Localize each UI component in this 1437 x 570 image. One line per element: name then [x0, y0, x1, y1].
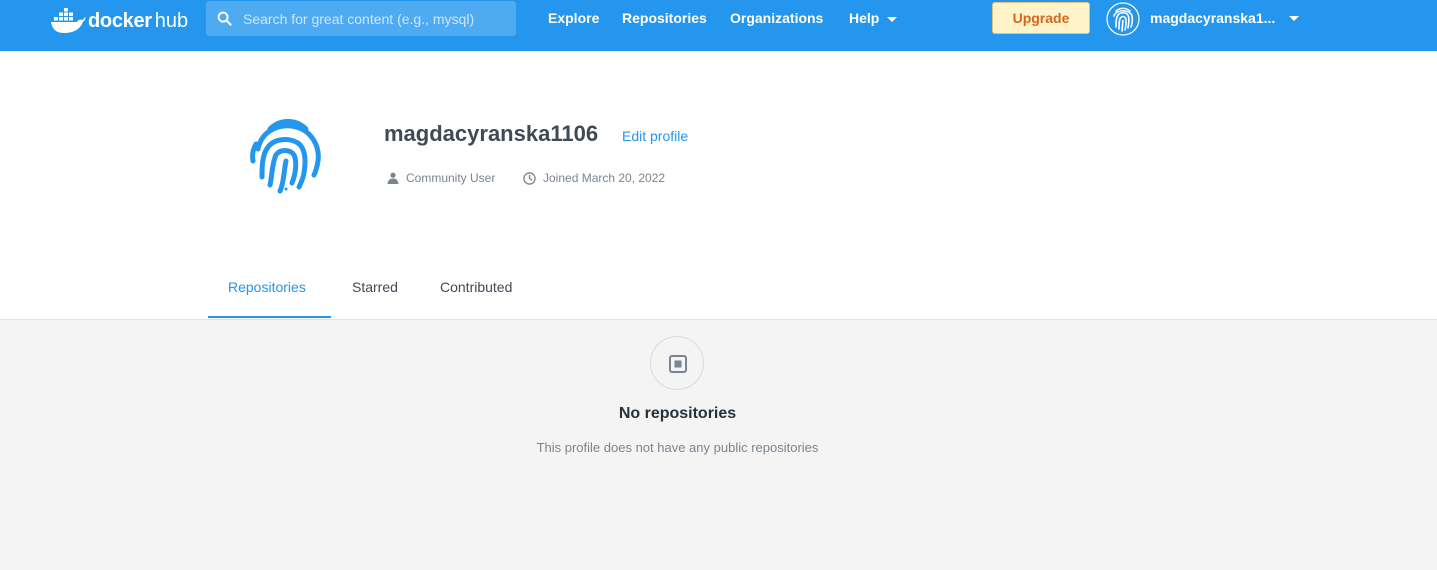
upgrade-button[interactable]: Upgrade	[992, 2, 1090, 34]
clock-icon	[523, 171, 536, 185]
profile-joined-label: Joined March 20, 2022	[543, 171, 666, 185]
edit-profile-link[interactable]: Edit profile	[622, 128, 688, 144]
profile-avatar	[250, 119, 321, 194]
profile-header: magdacyranska1106 Edit profile Community…	[0, 51, 1437, 320]
profile-joined: Joined March 20, 2022	[523, 171, 665, 185]
chevron-down-icon	[887, 16, 898, 22]
empty-state-icon-circle	[650, 336, 704, 390]
logo-hub-text: hub	[154, 9, 189, 32]
empty-state-subtitle: This profile does not have any public re…	[536, 440, 819, 455]
user-menu-chevron-down-icon[interactable]	[1289, 16, 1299, 21]
docker-hub-logo[interactable]: docker hub	[50, 6, 188, 36]
docker-whale-icon	[51, 8, 86, 33]
logo-docker-text: docker	[88, 9, 152, 32]
tab-repositories[interactable]: Repositories	[228, 279, 306, 295]
profile-username: magdacyranska1106	[384, 121, 599, 146]
tab-starred[interactable]: Starred	[352, 279, 398, 295]
nav-organizations[interactable]: Organizations	[730, 10, 823, 26]
tab-contributed[interactable]: Contributed	[440, 279, 512, 295]
nav-explore[interactable]: Explore	[548, 10, 599, 26]
search-input[interactable]	[241, 9, 505, 28]
nav-help-label: Help	[849, 10, 880, 26]
repository-icon	[669, 355, 687, 373]
profile-role: Community User	[387, 171, 495, 185]
empty-state-title: No repositories	[618, 405, 737, 422]
active-tab-indicator	[208, 316, 331, 318]
user-menu-name[interactable]: magdacyranska1...	[1150, 10, 1280, 26]
top-navigation-bar: docker hub Explore Repositories Organiza…	[0, 0, 1437, 51]
search-bar[interactable]	[206, 1, 516, 36]
nav-help[interactable]: Help	[849, 10, 898, 26]
search-icon	[217, 11, 232, 26]
user-icon	[387, 172, 399, 184]
profile-role-label: Community User	[406, 171, 496, 185]
fingerprint-icon[interactable]	[1106, 2, 1140, 36]
nav-repositories[interactable]: Repositories	[622, 10, 707, 26]
